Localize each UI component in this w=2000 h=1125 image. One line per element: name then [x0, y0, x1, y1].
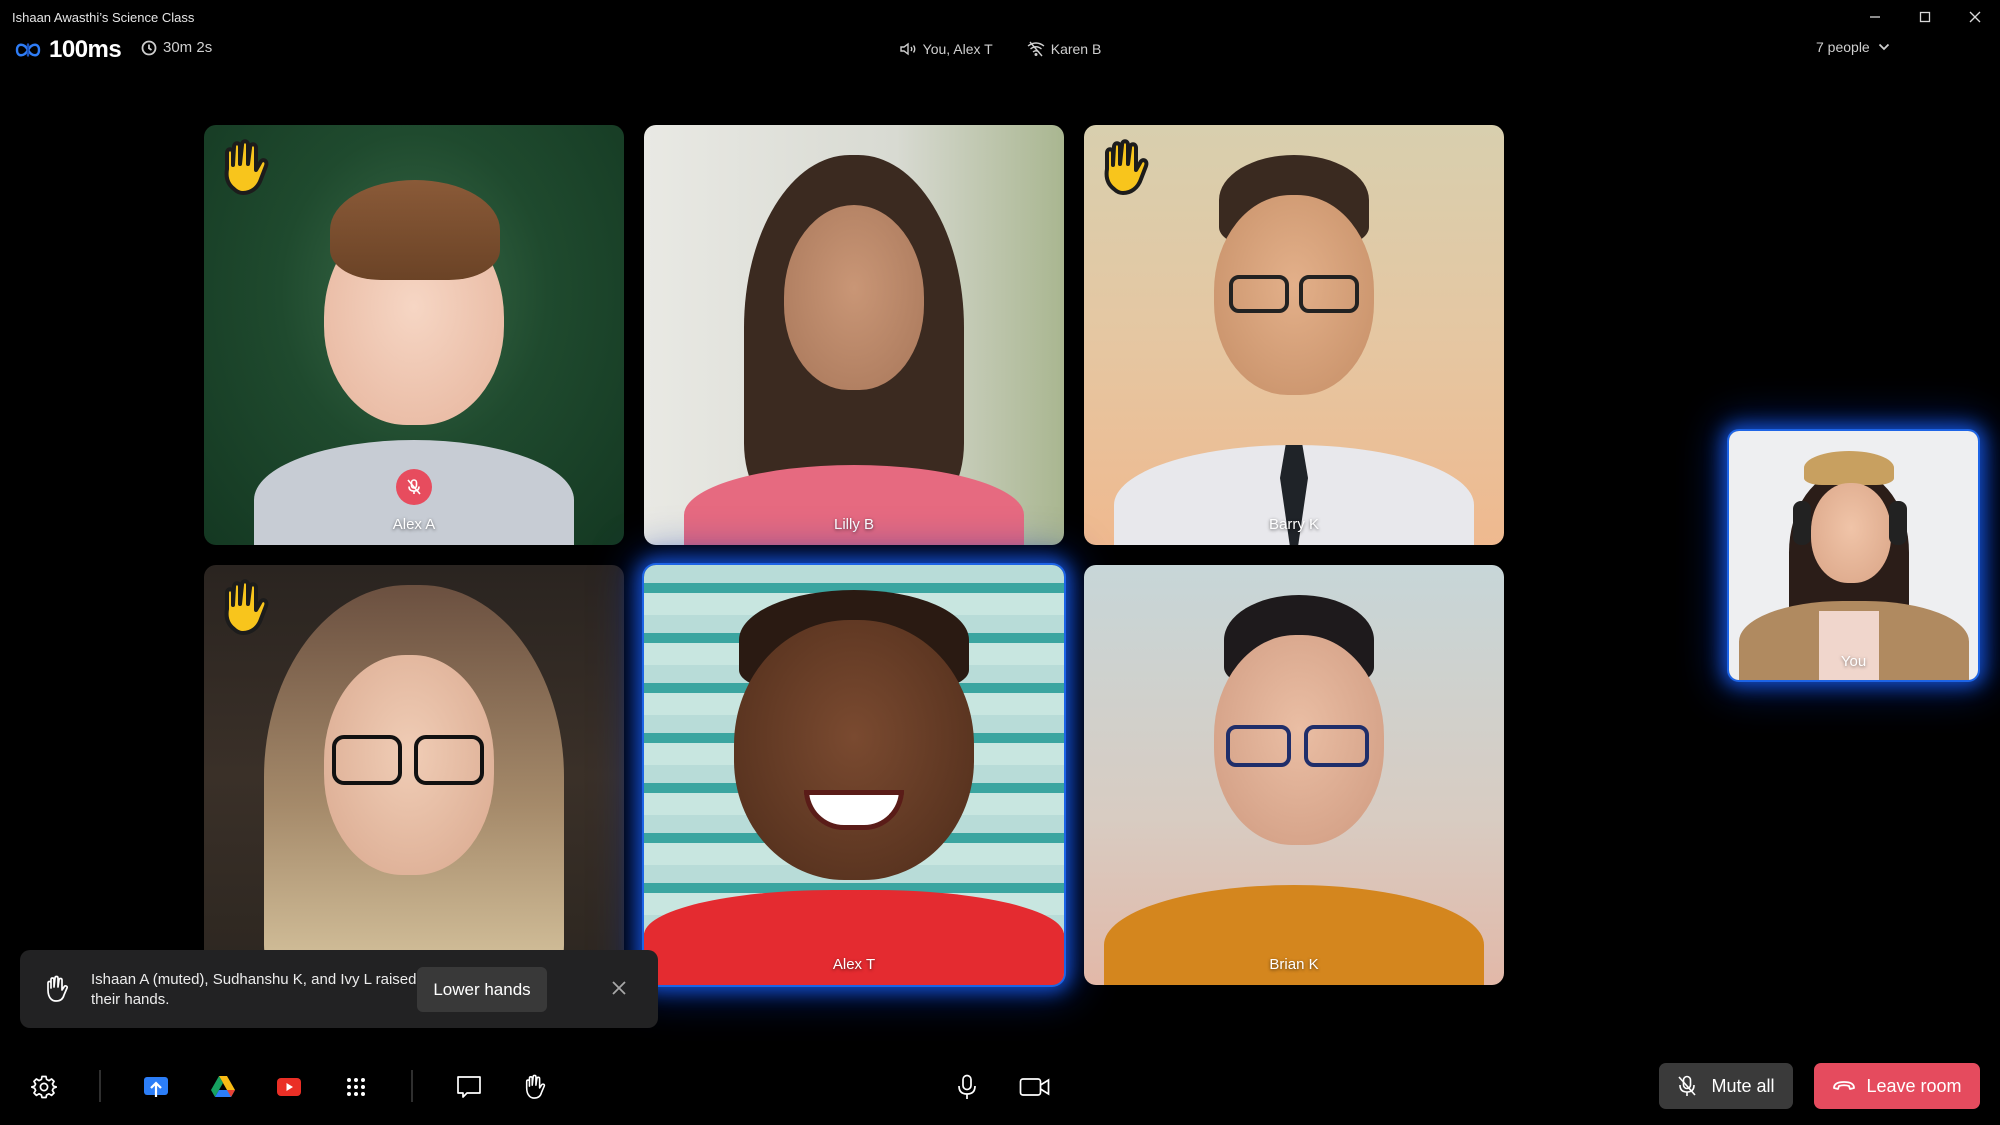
raised-hand-icon: [1098, 137, 1154, 199]
raise-hand-icon: [47, 975, 69, 1002]
people-count: 7 people: [1816, 39, 1870, 55]
chat-icon: [457, 1076, 481, 1098]
mic-off-icon: [407, 479, 421, 495]
maximize-button[interactable]: [1900, 0, 1950, 34]
hang-up-icon: [1833, 1081, 1856, 1090]
share-screen-button[interactable]: [142, 1073, 170, 1101]
network-issue-name: Karen B: [1050, 41, 1102, 57]
speaker-icon: [899, 42, 916, 56]
youtube-button[interactable]: [275, 1073, 303, 1101]
participant-video: [684, 155, 1024, 545]
participant-tile[interactable]: [204, 565, 624, 985]
speaking-names: You, Alex T: [922, 41, 993, 57]
participant-name: Barry K: [1268, 516, 1319, 533]
maximize-icon: [1919, 11, 1931, 23]
participant-name: Lilly B: [833, 516, 874, 533]
microphone-toggle[interactable]: [953, 1073, 981, 1101]
self-view-tile[interactable]: You: [1729, 431, 1978, 680]
minimize-button[interactable]: [1850, 0, 1900, 34]
mute-all-label: Mute all: [1711, 1075, 1775, 1096]
self-name: You: [1840, 653, 1867, 670]
raised-hands-notification: Ishaan A (muted), Sudhanshu K, and Ivy L…: [20, 950, 658, 1028]
participant-video: [1104, 595, 1484, 985]
camera-icon: [1019, 1078, 1050, 1096]
chevron-down-icon: [1878, 43, 1889, 51]
toolbar-divider: [99, 1070, 101, 1102]
settings-button[interactable]: [30, 1073, 58, 1101]
more-apps-button[interactable]: [342, 1073, 370, 1101]
mute-all-button[interactable]: Mute all: [1659, 1063, 1793, 1109]
participants-dropdown[interactable]: 7 people: [1816, 39, 1890, 55]
notification-message: Ishaan A (muted), Sudhanshu K, and Ivy L…: [91, 971, 417, 1008]
raise-hand-button[interactable]: [521, 1073, 549, 1101]
active-speakers: You, Alex T Karen B: [0, 41, 2000, 57]
toolbar-divider: [411, 1070, 413, 1102]
settings-icon: [31, 1075, 57, 1099]
apps-grid-icon: [347, 1078, 365, 1096]
participant-name: Brian K: [1269, 956, 1319, 973]
chat-button[interactable]: [455, 1073, 483, 1101]
participant-video: [224, 585, 604, 985]
raised-hand-icon: [218, 137, 274, 199]
participant-video: [644, 590, 1064, 985]
raised-hand-icon: [218, 577, 274, 639]
minimize-icon: [1870, 16, 1880, 18]
toast-hand-container: [44, 975, 70, 1008]
mic-off-icon: [1678, 1075, 1697, 1096]
window-controls: [1850, 0, 2000, 34]
speaking-indicator: You, Alex T: [899, 41, 993, 57]
header: 100ms 30m 2s You, Alex T Karen B 7 peopl…: [0, 34, 2000, 68]
self-video: [1729, 431, 1978, 680]
participant-name: Alex T: [832, 956, 876, 973]
participant-tile[interactable]: Lilly B: [644, 125, 1064, 545]
close-icon: [1969, 11, 1981, 23]
participant-name: Alex A: [392, 516, 436, 533]
leave-room-label: Leave room: [1866, 1075, 1962, 1096]
youtube-icon: [277, 1078, 301, 1096]
participant-video: [1114, 155, 1474, 545]
google-drive-button[interactable]: [209, 1073, 237, 1101]
participant-tile[interactable]: Alex A: [204, 125, 624, 545]
participant-tile[interactable]: Barry K: [1084, 125, 1504, 545]
raise-hand-icon: [525, 1074, 546, 1099]
microphone-icon: [958, 1074, 976, 1099]
lower-hands-button[interactable]: Lower hands: [417, 967, 547, 1012]
muted-badge: [396, 469, 432, 505]
leave-room-button[interactable]: Leave room: [1814, 1063, 1980, 1109]
participant-tile-active-speaker[interactable]: Alex T: [644, 565, 1064, 985]
close-window-button[interactable]: [1950, 0, 2000, 34]
screen-share-icon: [144, 1077, 168, 1097]
camera-toggle[interactable]: [1019, 1073, 1051, 1101]
participant-tile[interactable]: Brian K: [1084, 565, 1504, 985]
dismiss-notification-button[interactable]: [611, 980, 627, 1001]
network-off-icon: [1027, 41, 1045, 57]
window-title: Ishaan Awasthi’s Science Class: [12, 10, 195, 25]
network-issue-indicator: Karen B: [1027, 41, 1102, 57]
google-drive-icon: [211, 1076, 235, 1097]
close-icon: [612, 981, 626, 995]
